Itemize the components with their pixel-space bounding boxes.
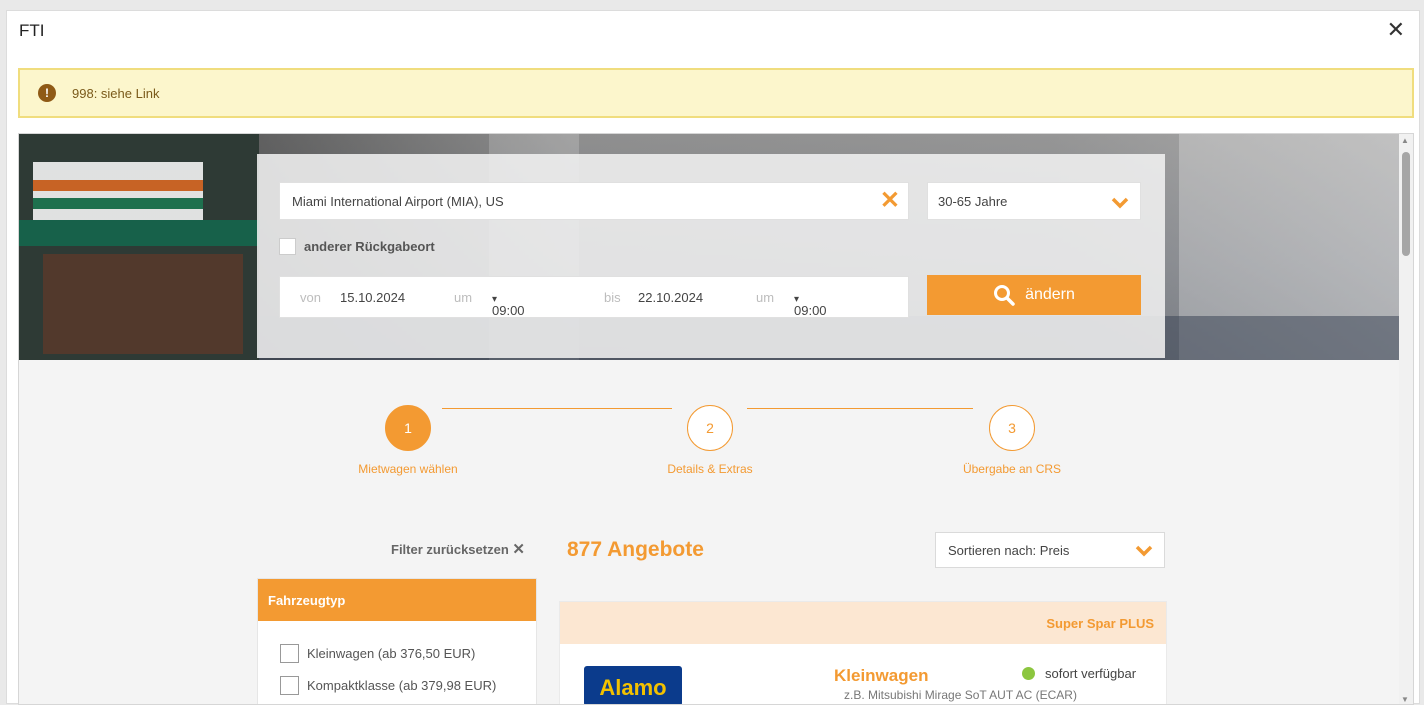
alert-text: 998: siehe Link <box>72 85 160 101</box>
filter-option-label: Kleinwagen (ab 376,50 EUR) <box>307 645 476 661</box>
offer-card[interactable]: Super Spar PLUS Alamo Kleinwagen z.B. Mi… <box>559 601 1167 704</box>
filter-option[interactable]: Kleinwagen (ab 376,50 EUR) <box>258 637 536 669</box>
availability-label: sofort verfügbar <box>1045 666 1137 681</box>
progress-steps: 1 2 3 Mietwagen wählen Details & Extras … <box>19 360 1401 480</box>
other-return-label: anderer Rückgabeort <box>304 239 435 254</box>
filter-option-label: Kompaktklasse (ab 379,98 EUR) <box>307 677 497 693</box>
chevron-down-icon <box>1111 197 1129 209</box>
to-time-value: 09:00 <box>794 303 827 318</box>
store-window-graphic <box>43 254 243 354</box>
status-dot-icon <box>1022 667 1035 680</box>
from-date-input[interactable]: 15.10.2024 <box>340 290 405 305</box>
location-input[interactable]: Miami International Airport (MIA), US ✕ <box>279 182 909 220</box>
step-3-label: Übergabe an CRS <box>962 462 1062 476</box>
alert-banner: ! 998: siehe Link <box>18 68 1414 118</box>
search-icon <box>994 285 1015 306</box>
checkbox[interactable] <box>279 238 296 255</box>
hero-storefront <box>19 134 259 360</box>
sort-select[interactable]: Sortieren nach: Preis <box>935 532 1165 568</box>
sort-value: Sortieren nach: Preis <box>948 542 1070 558</box>
scroll-thumb[interactable] <box>1402 152 1410 256</box>
filter-reset-link[interactable]: Filter zurücksetzen ✕ <box>391 540 525 558</box>
scroll-down-icon[interactable]: ▼ <box>1401 695 1409 704</box>
hero-image: Miami International Airport (MIA), US ✕ … <box>19 134 1401 360</box>
age-select[interactable]: 30-65 Jahre <box>927 182 1141 220</box>
car-class: Kleinwagen <box>834 666 929 685</box>
from-at-label: um <box>454 290 473 305</box>
chevron-down-icon <box>1135 545 1153 557</box>
checkbox[interactable] <box>280 643 299 663</box>
step-1-circle: 1 <box>385 405 431 451</box>
vendor-logo: Alamo <box>584 666 682 704</box>
dialog: FTI ✕ ! 998: siehe Link Miami Internatio… <box>6 10 1420 705</box>
car-model: z.B. Mitsubishi Mirage SoT AUT AC (ECAR) <box>844 688 1077 702</box>
checkbox[interactable] <box>280 675 299 695</box>
to-date-input[interactable]: 22.10.2024 <box>638 290 703 305</box>
exclamation-icon: ! <box>38 84 56 102</box>
step-1-label: Mietwagen wählen <box>358 462 458 476</box>
filter-option[interactable]: Kompaktklasse (ab 379,98 EUR) <box>258 669 536 701</box>
store-sign-graphic <box>33 162 203 222</box>
scrollbar[interactable]: ▲ ▼ <box>1399 134 1413 704</box>
step-connector <box>747 408 973 409</box>
from-time-select[interactable]: 09:00 ▾ <box>492 290 525 318</box>
availability-status: sofort verfügbar <box>1022 666 1136 681</box>
scroll-up-icon[interactable]: ▲ <box>1401 136 1409 145</box>
close-icon[interactable]: ✕ <box>1387 19 1405 41</box>
from-time-value: 09:00 <box>492 303 525 318</box>
step-3-circle: 3 <box>989 405 1035 451</box>
offer-banner: Super Spar PLUS <box>560 602 1166 644</box>
store-band-graphic <box>19 220 259 246</box>
to-time-select[interactable]: 09:00 ▾ <box>794 290 827 318</box>
date-range: von 15.10.2024 um 09:00 ▾ bis 22.10.2024… <box>279 276 909 318</box>
step-2-circle: 2 <box>687 405 733 451</box>
content-frame: Miami International Airport (MIA), US ✕ … <box>18 133 1414 705</box>
search-change-button[interactable]: ändern <box>927 275 1141 315</box>
search-button-label: ändern <box>1025 286 1075 303</box>
search-panel: Miami International Airport (MIA), US ✕ … <box>257 154 1165 358</box>
to-label: bis <box>604 290 621 305</box>
filter-reset-label: Filter zurücksetzen <box>391 542 509 557</box>
clear-icon[interactable]: ✕ <box>880 189 900 213</box>
filter-title: Fahrzeugtyp <box>258 579 536 621</box>
other-return-checkbox[interactable]: anderer Rückgabeort <box>279 238 435 255</box>
from-label: von <box>300 290 321 305</box>
age-value: 30-65 Jahre <box>938 193 1008 209</box>
step-2-label: Details & Extras <box>667 462 753 476</box>
dialog-title: FTI <box>19 21 45 40</box>
vehicle-type-filter: Fahrzeugtyp Kleinwagen (ab 376,50 EUR) K… <box>257 578 537 704</box>
close-icon: ✕ <box>512 541 525 558</box>
location-value: Miami International Airport (MIA), US <box>292 193 504 209</box>
offers-count: 877 Angebote <box>567 538 704 561</box>
step-connector <box>442 408 672 409</box>
to-at-label: um <box>756 290 775 305</box>
